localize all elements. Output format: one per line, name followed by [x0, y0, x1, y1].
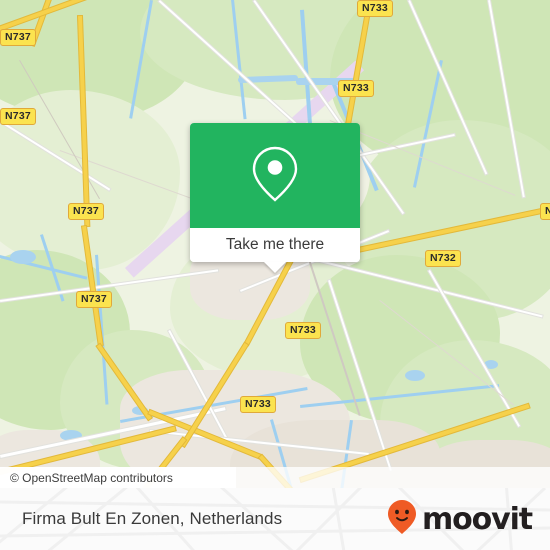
take-me-there-label: Take me there — [225, 236, 325, 253]
road-shield-label: N — [545, 205, 550, 217]
take-me-there-card[interactable]: Take me there — [190, 123, 360, 273]
road-shield: N — [540, 203, 550, 220]
road-shield: N737 — [0, 108, 36, 125]
card-icon-area — [190, 123, 360, 228]
road-shield: N733 — [338, 80, 374, 97]
moovit-wordmark: moovit — [421, 501, 533, 537]
road-shield-label: N737 — [5, 31, 31, 43]
place-title: Firma Bult En Zonen, Netherlands — [22, 509, 283, 528]
road-shield-label: N733 — [362, 2, 388, 14]
road-shield-label: N733 — [290, 324, 316, 336]
moovit-logo[interactable]: moovit — [387, 488, 533, 550]
map-pond — [10, 250, 36, 264]
card-action-area[interactable]: Take me there — [190, 228, 360, 262]
footer-bar: Firma Bult En Zonen, Netherlands moovit — [0, 488, 550, 550]
card-pointer-tail — [264, 262, 286, 273]
screenshot-root: N737 N737 N737 N737 N733 N733 N733 N733 … — [0, 0, 550, 550]
map-pond — [405, 370, 425, 381]
road-shield: N737 — [76, 291, 112, 308]
road-shield: N733 — [240, 396, 276, 413]
moovit-smiley-pin-icon — [387, 499, 417, 540]
map-attribution-text[interactable]: © OpenStreetMap contributors — [0, 471, 173, 485]
road-shield-label: N737 — [73, 205, 99, 217]
road-shield-label: N733 — [245, 398, 271, 410]
road-shield: N732 — [425, 250, 461, 267]
road-shield: N737 — [68, 203, 104, 220]
road-shield: N733 — [285, 322, 321, 339]
road-shield-label: N737 — [81, 293, 107, 305]
road-shield-label: N732 — [430, 252, 456, 264]
map-attribution-bar: © OpenStreetMap contributors — [0, 467, 550, 488]
road-shield-label: N733 — [343, 82, 369, 94]
road-shield: N737 — [0, 29, 36, 46]
road-shield-label: N737 — [5, 110, 31, 122]
map-pin-icon — [249, 142, 301, 209]
road-shield: N733 — [357, 0, 393, 17]
